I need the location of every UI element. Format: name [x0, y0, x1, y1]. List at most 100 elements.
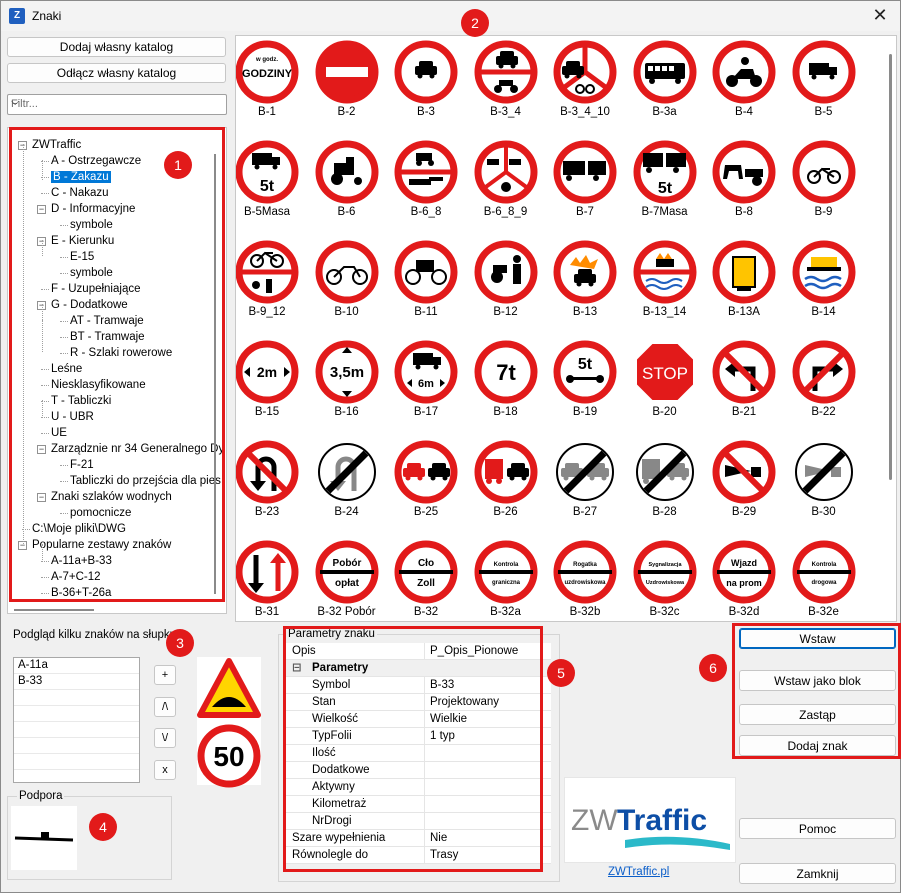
speed-limit-icon: 50: [197, 724, 261, 788]
sign-tile[interactable]: B-23: [236, 439, 308, 539]
sign-label: B-30: [811, 506, 836, 518]
sign-tile[interactable]: 5t B-5Masa: [236, 139, 308, 239]
sign-tile[interactable]: B-30: [783, 439, 865, 539]
sign-tile[interactable]: B-24: [306, 439, 388, 539]
support-group-title: Podpora: [17, 790, 65, 802]
sign-label: B-32: [413, 606, 439, 618]
sign-text: Zoll: [417, 578, 435, 589]
sign-text: Kontrola: [811, 562, 836, 568]
sign-tile[interactable]: Wjazd na prom B-32d: [703, 539, 785, 621]
sign-tile[interactable]: Sygnalizacja Uzdrowiskowa B-32c: [624, 539, 706, 621]
sign-tile[interactable]: B-4: [703, 39, 785, 139]
add-to-post-button[interactable]: +: [154, 665, 176, 685]
sign-tile[interactable]: B-13: [544, 239, 626, 339]
sign-tile[interactable]: B-5: [783, 39, 865, 139]
preview-group-title: Podgląd kilku znaków na słupku: [13, 629, 177, 641]
grid-scrollbar[interactable]: [889, 54, 892, 480]
sign-tile[interactable]: B-13_14: [624, 239, 706, 339]
sign-tile[interactable]: B-29: [703, 439, 785, 539]
sign-tile[interactable]: B-25: [385, 439, 467, 539]
tree-hscrollbar[interactable]: [14, 609, 94, 611]
sign-b-14-icon: [783, 239, 865, 305]
detach-catalog-button[interactable]: Odłącz własny katalog: [7, 63, 226, 83]
sign-b-2-icon: [306, 39, 388, 105]
sign-tile[interactable]: B-3_4: [465, 39, 547, 139]
sign-tile[interactable]: B-3_4_10: [544, 39, 626, 139]
sign-tile[interactable]: B-14: [783, 239, 865, 339]
add-catalog-button[interactable]: Dodaj własny katalog: [7, 37, 226, 57]
sign-b-32b-icon: Rogatka uzdrowiskowa: [544, 539, 626, 605]
filter-combobox[interactable]: Filtr... ⌵: [7, 94, 227, 115]
sign-tile[interactable]: B-3: [385, 39, 467, 139]
sign-tile[interactable]: Rogatka uzdrowiskowa B-32b: [544, 539, 626, 621]
remove-button[interactable]: x: [154, 760, 176, 780]
sign-label: B-5: [814, 106, 833, 118]
sign-text: na prom: [726, 578, 762, 588]
sign-tile[interactable]: B-12: [465, 239, 547, 339]
list-item[interactable]: A-11a: [14, 658, 139, 674]
sign-tile[interactable]: B-8: [703, 139, 785, 239]
sign-tile[interactable]: B-3a: [624, 39, 706, 139]
move-up-button[interactable]: /\: [154, 697, 176, 717]
sign-tile[interactable]: 3,5m B-16: [306, 339, 388, 439]
close-button[interactable]: Zamknij: [739, 863, 896, 884]
sign-label: B-2: [337, 106, 356, 118]
sign-tile[interactable]: B-11: [385, 239, 467, 339]
sign-label: B-21: [731, 406, 757, 418]
logo-image: ZW Traffic: [571, 804, 730, 850]
sign-tile[interactable]: 2m B-15: [236, 339, 308, 439]
sign-b-5-icon: [783, 39, 865, 105]
sign-tile[interactable]: 7t B-18: [465, 339, 547, 439]
preview-sign-list[interactable]: A-11a B-33: [13, 657, 140, 783]
sign-label: B-27: [572, 506, 598, 518]
sign-label: B-13: [572, 306, 598, 318]
annotation-badge-3: 3: [166, 629, 194, 657]
sign-tile[interactable]: Kontrola drogowa B-32e: [783, 539, 865, 621]
sign-text: opłat: [335, 578, 360, 589]
sign-tile[interactable]: Pobór opłat B-32 Pobór: [306, 539, 388, 621]
sign-tile[interactable]: B-28: [624, 439, 706, 539]
chevron-down-icon[interactable]: ⌵: [11, 96, 222, 109]
annotation-badge-5: 5: [547, 659, 575, 687]
sign-tile[interactable]: STOP B-20: [624, 339, 706, 439]
sign-text: GODZINY: [242, 68, 293, 80]
sign-label: B-32e: [808, 606, 839, 618]
sign-tile[interactable]: B-9_12: [236, 239, 308, 339]
move-down-button[interactable]: \/: [154, 728, 176, 748]
sign-b-25-icon: [385, 439, 467, 505]
sign-b-30-icon: [783, 439, 865, 505]
sign-tile[interactable]: Cło Zoll B-32: [385, 539, 467, 621]
sign-b-16-icon: 3,5m: [306, 339, 388, 405]
sign-tile[interactable]: Kontrola graniczna B-32a: [465, 539, 547, 621]
sign-tile[interactable]: B-21: [703, 339, 785, 439]
sign-tile[interactable]: B-26: [465, 439, 547, 539]
sign-tile[interactable]: B-7: [544, 139, 626, 239]
list-item: [14, 754, 139, 770]
sign-tile[interactable]: 6m B-17: [385, 339, 467, 439]
sign-b-1-icon: w godz. GODZINY: [236, 39, 308, 105]
sign-tile[interactable]: B-2: [306, 39, 388, 139]
sign-tile[interactable]: B-6: [306, 139, 388, 239]
sign-label: B-3a: [652, 106, 677, 118]
sign-b-9-icon: [783, 139, 865, 205]
sign-tile[interactable]: B-31: [236, 539, 308, 621]
sign-b-32e-icon: Kontrola drogowa: [783, 539, 865, 605]
help-button[interactable]: Pomoc: [739, 818, 896, 839]
sign-grid[interactable]: w godz. GODZINY B-1 B-2 B-3 B-3_4 B-3_4_10 B-3a…: [235, 35, 897, 622]
list-item[interactable]: B-33: [14, 674, 139, 690]
sign-tile[interactable]: B-10: [306, 239, 388, 339]
close-icon[interactable]: ✕: [868, 4, 892, 28]
sign-tile[interactable]: w godz. GODZINY B-1: [236, 39, 308, 139]
sign-label: B-6_8: [410, 206, 442, 218]
sign-tile[interactable]: B-22: [783, 339, 865, 439]
zwtraffic-logo: ZW Traffic: [564, 777, 736, 863]
sign-tile[interactable]: 5t B-7Masa: [624, 139, 706, 239]
sign-tile[interactable]: B-27: [544, 439, 626, 539]
sign-tile[interactable]: B-9: [783, 139, 865, 239]
sign-tile[interactable]: B-13A: [703, 239, 785, 339]
sign-tile[interactable]: 5t B-19: [544, 339, 626, 439]
sign-tile[interactable]: B-6_8_9: [465, 139, 547, 239]
sign-tile[interactable]: B-6_8: [385, 139, 467, 239]
sign-label: B-6: [337, 206, 356, 218]
website-link[interactable]: ZWTraffic.pl: [608, 866, 669, 878]
